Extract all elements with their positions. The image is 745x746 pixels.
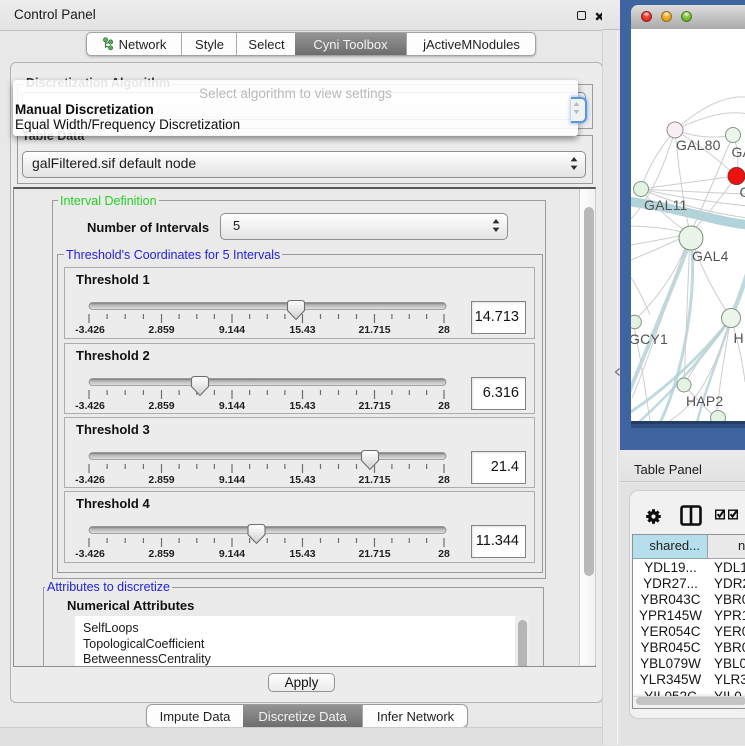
svg-text:HAP2: HAP2 [686, 393, 723, 409]
svg-text:GAL2: GAL2 [732, 144, 745, 160]
svg-text:GCY1: GCY1 [631, 331, 668, 347]
svg-text:HIS4: HIS4 [734, 330, 745, 346]
svg-text:GAL4: GAL4 [692, 248, 729, 264]
svg-text:GAL11: GAL11 [644, 197, 688, 213]
svg-text:GAL80: GAL80 [676, 137, 721, 153]
svg-text:GAL1: GAL1 [740, 184, 745, 200]
